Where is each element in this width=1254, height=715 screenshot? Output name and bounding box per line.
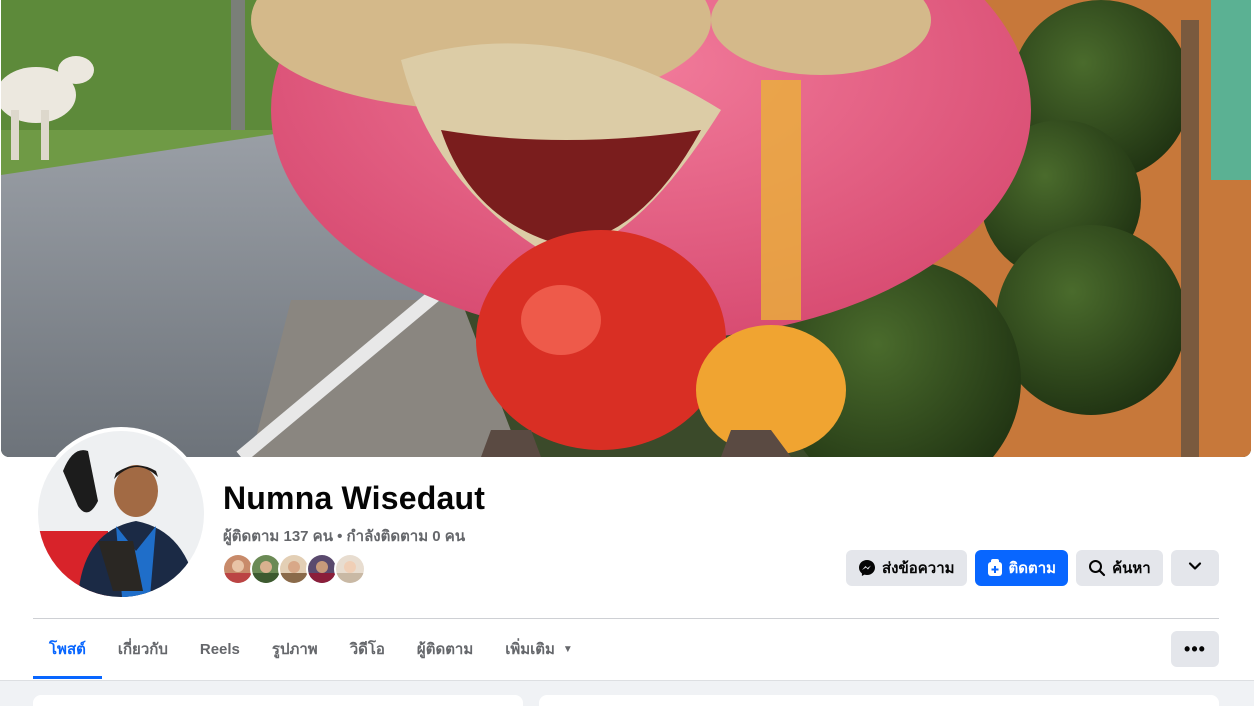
follow-button[interactable]: ติดตาม bbox=[974, 550, 1069, 586]
tab-label: วิดีโอ bbox=[349, 641, 385, 658]
tab-label: Reels bbox=[199, 640, 240, 658]
tab-label: เพิ่มเติม bbox=[505, 641, 555, 658]
messenger-icon bbox=[858, 559, 876, 577]
message-button[interactable]: ส่งข้อความ bbox=[846, 550, 967, 586]
follow-icon bbox=[987, 559, 1003, 577]
profile-options-dropdown[interactable] bbox=[1170, 550, 1219, 586]
search-button[interactable]: ค้นหา bbox=[1076, 550, 1163, 586]
avatar[interactable] bbox=[334, 553, 366, 585]
search-label: ค้นหา bbox=[1112, 560, 1151, 577]
follower-avatars[interactable] bbox=[222, 553, 366, 585]
cover-photo[interactable] bbox=[1, 0, 1251, 457]
more-options-button[interactable]: ••• bbox=[1171, 631, 1219, 667]
tab-posts[interactable]: โพสต์ bbox=[33, 619, 102, 679]
tab-photos[interactable]: รูปภาพ bbox=[256, 619, 334, 679]
caret-down-icon: ▼ bbox=[562, 643, 573, 655]
profile-name: Numna Wisedaut bbox=[223, 480, 486, 516]
chevron-down-icon bbox=[1188, 559, 1202, 577]
tab-videos[interactable]: วิดีโอ bbox=[334, 619, 401, 679]
tab-more[interactable]: เพิ่มเติม ▼ bbox=[489, 619, 589, 679]
tab-reels[interactable]: Reels bbox=[184, 619, 256, 679]
profile-picture[interactable] bbox=[34, 427, 208, 601]
tab-label: รูปภาพ bbox=[271, 641, 318, 658]
follower-stats[interactable]: ผู้ติดตาม 137 คน • กำลังติดตาม 0 คน bbox=[223, 524, 465, 548]
intro-card bbox=[33, 695, 523, 715]
follow-label: ติดตาม bbox=[1008, 560, 1057, 577]
tab-about[interactable]: เกี่ยวกับ bbox=[102, 619, 184, 679]
tab-label: เกี่ยวกับ bbox=[117, 641, 168, 658]
tab-label: โพสต์ bbox=[49, 641, 86, 658]
tab-label: ผู้ติดตาม bbox=[416, 641, 474, 658]
search-icon bbox=[1088, 559, 1106, 577]
message-label: ส่งข้อความ bbox=[882, 560, 955, 577]
composer-card bbox=[539, 695, 1219, 715]
tab-followers[interactable]: ผู้ติดตาม bbox=[401, 619, 489, 679]
profile-tabs: โพสต์ เกี่ยวกับ Reels รูปภาพ วิดีโอ ผู้ต… bbox=[33, 619, 589, 679]
ellipsis-icon: ••• bbox=[1184, 638, 1206, 659]
